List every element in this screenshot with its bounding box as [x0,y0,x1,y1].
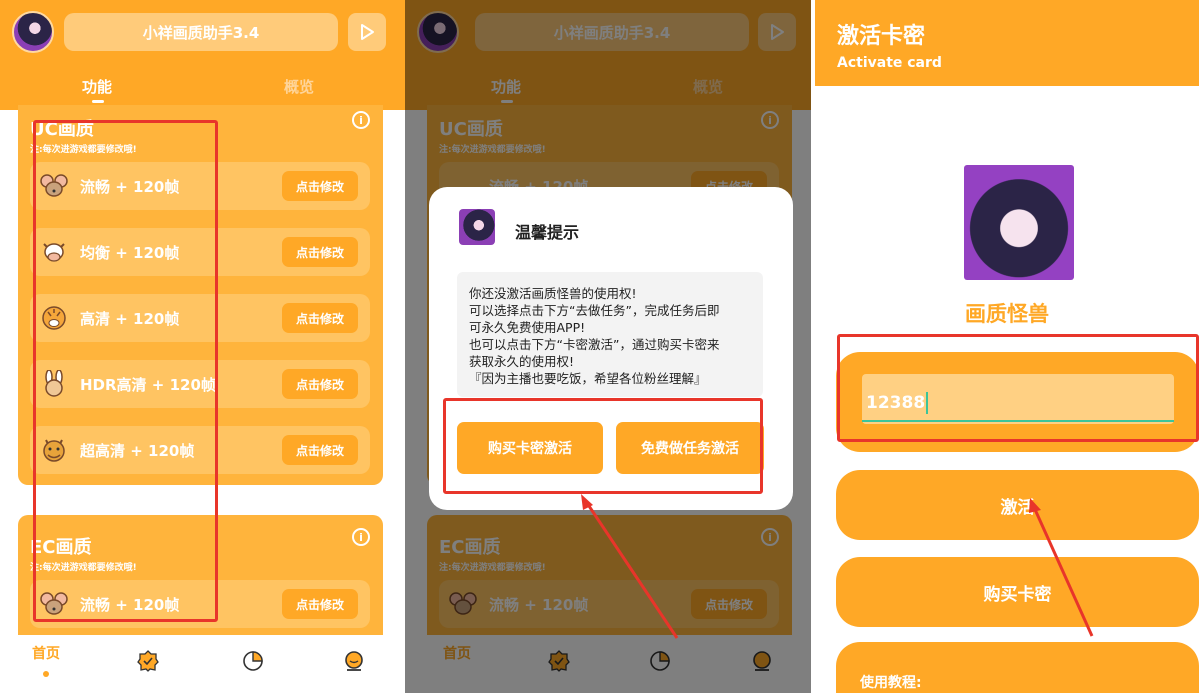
tab-indicator [92,100,104,103]
avatar[interactable] [12,11,54,53]
badge-check-icon[interactable] [136,649,160,673]
modify-button[interactable]: 点击修改 [282,303,358,333]
highlight-box [443,398,763,494]
page-subtitle: Activate card [837,55,942,71]
highlight-box [33,120,218,622]
pie-chart-icon[interactable] [241,649,265,673]
dialog-message-line: 获取永久的使用权! [469,354,575,369]
tutorial-label: 使用教程: [860,675,922,691]
nav-home-label: 首页 [32,646,60,662]
dialog-message-line: 你还没激活画质怪兽的使用权! [469,286,637,301]
info-icon[interactable]: i [352,111,370,129]
modify-button[interactable]: 点击修改 [282,369,358,399]
bottom-nav: 首页 [0,635,405,693]
dialog-title: 温馨提示 [515,223,580,242]
dialog-message: 你还没激活画质怪兽的使用权! 可以选择点击下方“去做任务”，完成任务后即 可永久… [457,272,763,397]
play-button[interactable] [348,13,386,51]
tab-overview[interactable]: 概览 [284,76,314,97]
page-title: 激活卡密 [837,24,926,49]
buy-card-button[interactable]: 购买卡密 [836,557,1199,627]
dialog-message-line: 可以选择点击下方“去做任务”，完成任务后即 [469,303,720,318]
activation-dialog-screen: 小祥画质助手3.4 功能 概览 UC画质 注:每次进游戏都要修改哦! i 流畅 … [405,0,811,693]
home-screen: 小祥画质助手3.4 功能 概览 UC画质 注:每次进游戏都要修改哦! i 流畅 … [0,0,405,693]
nav-active-dot [43,671,49,677]
play-icon [361,24,374,40]
dialog-message-line: 『因为主播也要吃饭，希望各位粉丝理解』 [469,371,707,386]
activate-card-screen: 激活卡密 Activate card 画质怪兽 12388 激活 购买卡密 使用… [815,0,1199,693]
modify-button[interactable]: 点击修改 [282,171,358,201]
tutorial-card: 使用教程: [836,642,1199,693]
modify-button[interactable]: 点击修改 [282,435,358,465]
nav-home[interactable]: 首页 [26,643,66,677]
info-icon[interactable]: i [352,528,370,546]
tab-function[interactable]: 功能 [82,76,112,97]
profile-icon[interactable] [342,649,366,673]
dialog-message-line: 也可以点击下方“卡密激活”，通过购买卡密来 [469,337,720,352]
app-name: 画质怪兽 [965,302,1049,326]
highlight-box [837,334,1199,442]
dialog-message-line: 可永久免费使用APP! [469,320,586,335]
app-header: 小祥画质助手3.4 功能 概览 [0,0,405,110]
page-header: 激活卡密 Activate card [815,0,1199,86]
modify-button[interactable]: 点击修改 [282,589,358,619]
dialog-avatar [459,209,495,245]
activate-button[interactable]: 激活 [836,470,1199,540]
modify-button[interactable]: 点击修改 [282,237,358,267]
app-title: 小祥画质助手3.4 [64,13,338,51]
app-avatar [964,165,1074,280]
